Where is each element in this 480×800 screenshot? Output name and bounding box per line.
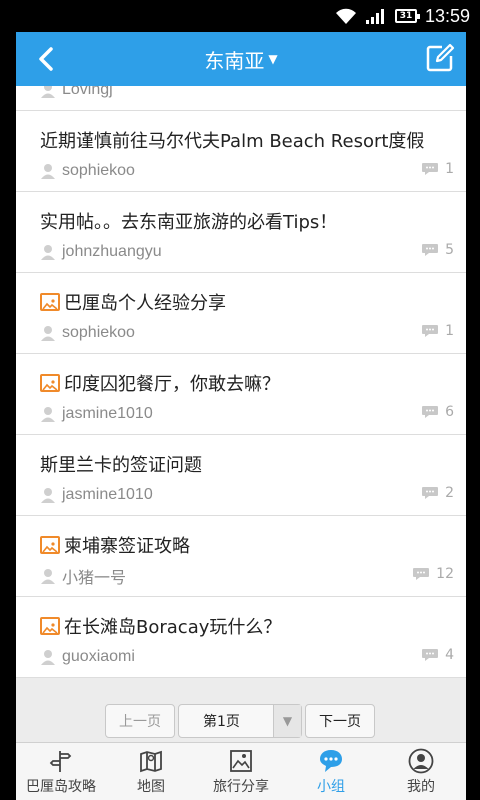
post-title: 近期谨慎前往马尔代夫Palm Beach Resort度假: [40, 131, 425, 152]
compose-icon[interactable]: [424, 42, 456, 74]
post-title: 实用帖。。去东南亚旅游的必看Tips！: [40, 212, 338, 233]
post-list[interactable]: Lovingj 近期谨慎前往马尔代夫Palm Beach Resort度假 so…: [16, 86, 466, 698]
post-title: 斯里兰卡的签证问题: [40, 455, 202, 476]
profile-icon: [408, 748, 434, 773]
list-item[interactable]: 斯里兰卡的签证问题 jasmine1010 2: [16, 435, 466, 516]
comment-icon: [422, 325, 439, 337]
photo-icon: [230, 749, 252, 772]
battery-level: 31: [399, 11, 413, 21]
reply-count-value: 12: [436, 566, 454, 582]
image-attachment-icon: [40, 374, 60, 392]
bottom-tab-bar: 巴厘岛攻略 地图 旅行分享 小组 我的: [16, 742, 466, 800]
post-author: Lovingj: [62, 86, 113, 98]
reply-count: 6: [421, 404, 454, 420]
dropdown-arrow-icon: ▼: [273, 705, 301, 737]
reply-count-value: 1: [445, 323, 454, 339]
reply-count-value: 5: [445, 242, 454, 258]
comment-icon: [422, 487, 439, 499]
comment-icon: [413, 568, 430, 580]
signpost-icon: [49, 750, 72, 772]
post-author: sophiekoo: [62, 324, 135, 341]
comment-icon: [422, 163, 439, 175]
user-icon: [41, 488, 55, 503]
pagination: 上一页 第1页 ▼ 下一页: [16, 698, 466, 742]
tab-label: 巴厘岛攻略: [26, 778, 96, 795]
image-attachment-icon: [40, 293, 60, 311]
app-window: 东南亚 ▼ Lovingj 近期谨慎前往马尔代夫Palm Beach Resor…: [16, 32, 466, 800]
list-item-partial[interactable]: Lovingj: [16, 86, 466, 111]
reply-count-value: 4: [445, 647, 454, 663]
reply-count: 1: [421, 323, 454, 339]
tab-signpost[interactable]: 巴厘岛攻略: [16, 743, 106, 800]
tab-label: 我的: [407, 778, 435, 795]
comment-icon: [422, 244, 439, 256]
comment-icon: [422, 649, 439, 661]
reply-count: 1: [421, 161, 454, 177]
post-title: 印度囚犯餐厅，你敢去嘛？: [64, 374, 280, 395]
tab-profile[interactable]: 我的: [376, 743, 466, 800]
list-item[interactable]: 近期谨慎前往马尔代夫Palm Beach Resort度假 sophiekoo …: [16, 111, 466, 192]
image-attachment-icon: [40, 536, 60, 554]
status-bar: 31 13:59: [0, 0, 480, 32]
reply-count: 12: [412, 566, 454, 582]
tab-label: 地图: [137, 778, 165, 795]
user-icon: [41, 326, 55, 341]
post-author: sophiekoo: [62, 162, 135, 179]
post-author: 小猪一号: [62, 570, 127, 587]
reply-count-value: 1: [445, 161, 454, 177]
list-item[interactable]: 在长滩岛Boracay玩什么？ guoxiaomi 4: [16, 597, 466, 678]
list-item[interactable]: 巴厘岛个人经验分享 sophiekoo 1: [16, 273, 466, 354]
tab-label: 旅行分享: [213, 778, 269, 795]
chat-bubble-icon: [320, 749, 342, 772]
comment-icon: [422, 406, 439, 418]
user-icon: [41, 569, 55, 584]
image-attachment-icon: [40, 617, 60, 635]
wifi-icon: [335, 8, 356, 24]
dropdown-caret-icon: ▼: [268, 52, 278, 66]
post-title: 巴厘岛个人经验分享: [64, 293, 226, 314]
next-page-button[interactable]: 下一页: [305, 704, 375, 738]
tab-chat-bubble[interactable]: 小组: [286, 743, 376, 800]
battery-icon: 31: [394, 9, 420, 23]
post-author: guoxiaomi: [62, 648, 135, 665]
user-icon: [41, 86, 55, 98]
user-icon: [41, 245, 55, 260]
page-select[interactable]: 第1页 ▼: [178, 704, 302, 738]
map-icon: [140, 750, 162, 772]
page-title: 东南亚: [204, 48, 265, 73]
reply-count-value: 6: [445, 404, 454, 420]
list-item[interactable]: 柬埔寨签证攻略 小猪一号 12: [16, 516, 466, 597]
post-title: 柬埔寨签证攻略: [64, 536, 190, 557]
signal-icon: [365, 9, 384, 24]
prev-page-button[interactable]: 上一页: [105, 704, 175, 738]
tab-label: 小组: [317, 778, 345, 795]
post-author: jasmine1010: [62, 486, 153, 503]
list-item[interactable]: 实用帖。。去东南亚旅游的必看Tips！ johnzhuangyu 5: [16, 192, 466, 273]
reply-count: 2: [421, 485, 454, 501]
user-icon: [41, 164, 55, 179]
reply-count: 5: [421, 242, 454, 258]
tab-photo[interactable]: 旅行分享: [196, 743, 286, 800]
user-icon: [41, 650, 55, 665]
clock: 13:59: [424, 5, 470, 26]
tab-map[interactable]: 地图: [106, 743, 196, 800]
list-item[interactable]: 印度囚犯餐厅，你敢去嘛？ jasmine1010 6: [16, 354, 466, 435]
user-icon: [41, 407, 55, 422]
post-title: 在长滩岛Boracay玩什么？: [64, 617, 282, 638]
current-page-label: 第1页: [203, 714, 240, 730]
post-author: johnzhuangyu: [62, 243, 162, 260]
top-bar: 东南亚 ▼: [16, 32, 466, 86]
reply-count-value: 2: [445, 485, 454, 501]
post-author: jasmine1010: [62, 405, 153, 422]
reply-count: 4: [421, 647, 454, 663]
region-selector[interactable]: 东南亚 ▼: [16, 32, 466, 86]
